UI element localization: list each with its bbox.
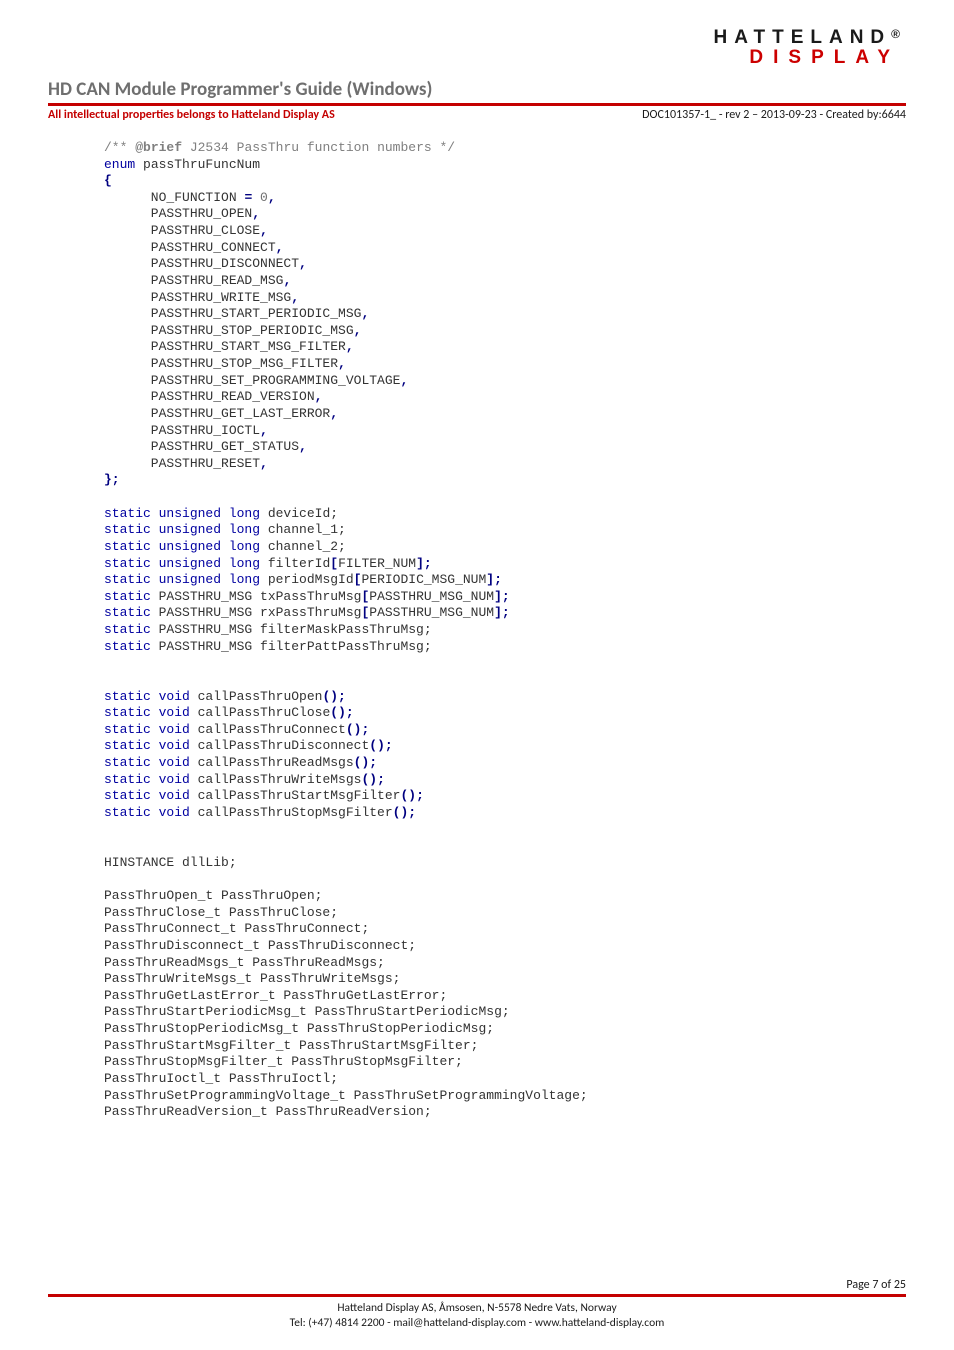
brand-line2: DISPLAY bbox=[48, 48, 900, 68]
brand-logo: HATTELAND® DISPLAY bbox=[48, 28, 906, 68]
footer-address-1: Hatteland Display AS, Åmsosen, N-5578 Ne… bbox=[48, 1301, 906, 1317]
footer-address-2: Tel: (+47) 4814 2200 - mail@hatteland-di… bbox=[48, 1316, 906, 1332]
brand-registered: ® bbox=[891, 27, 900, 41]
page-number: Page 7 of 25 bbox=[48, 1278, 906, 1294]
ip-notice: All intellectual properties belongs to H… bbox=[48, 108, 335, 122]
header-rule bbox=[48, 103, 906, 106]
code-listing: /** @brief J2534 PassThru function numbe… bbox=[104, 140, 906, 1121]
doc-info: DOC101357-1_ - rev 2 – 2013-09-23 - Crea… bbox=[642, 108, 906, 122]
brand-line1: HATTELAND bbox=[713, 27, 891, 48]
subheader: All intellectual properties belongs to H… bbox=[48, 108, 906, 122]
page-title: HD CAN Module Programmer's Guide (Window… bbox=[48, 78, 906, 101]
footer-rule bbox=[48, 1294, 906, 1297]
page-footer: Page 7 of 25 Hatteland Display AS, Åmsos… bbox=[48, 1278, 906, 1332]
